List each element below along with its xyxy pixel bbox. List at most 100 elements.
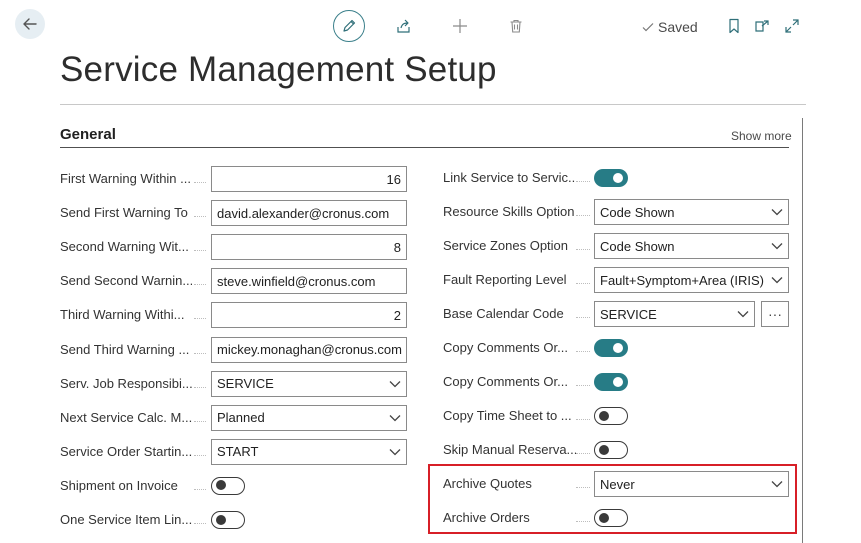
dropdown-chevron[interactable] [737,310,749,318]
plus-icon [453,19,467,33]
dropdown-chevron[interactable] [771,276,783,284]
field-value: steve.winfield@cronus.com [217,273,376,289]
toggle-switch[interactable] [594,339,628,357]
field-leader-dots [194,386,206,388]
dropdown-field[interactable]: Fault+Symptom+Area (IRIS) [594,267,789,293]
chevron-down-icon [737,311,749,318]
open-in-new-window-icon [755,20,769,32]
field-label: Send Second Warnin... [60,273,192,289]
field-value: SERVICE [217,376,274,392]
field-leader-dots [576,419,590,420]
bookmark-button[interactable] [721,13,747,39]
dropdown-field[interactable]: START [211,438,407,465]
field-label: Copy Comments Or... [443,340,568,355]
toggle-switch[interactable] [594,441,628,459]
toggle-knob [598,410,609,421]
dropdown-field[interactable]: SERVICE [594,301,755,327]
chevron-down-icon [771,277,783,284]
field-leader-dots [194,216,206,218]
field-value: START [217,444,259,460]
field-value: Code Shown [600,238,675,254]
text-input[interactable]: 2 [211,302,407,329]
field-leader-dots [194,352,206,354]
toggle-switch[interactable] [211,511,245,529]
share-icon [397,19,410,33]
edit-button[interactable] [333,10,365,42]
text-input[interactable]: steve.winfield@cronus.com [211,268,407,295]
dropdown-field[interactable]: Planned [211,404,407,431]
toggle-switch[interactable] [594,169,628,187]
title-divider [60,104,806,105]
dropdown-chevron[interactable] [389,380,401,388]
new-button[interactable] [447,13,473,39]
field-leader-dots [576,385,590,386]
field-value: david.alexander@cronus.com [217,205,390,221]
chevron-down-icon [389,414,401,422]
field-leader-dots [576,215,590,216]
text-input[interactable]: 8 [211,234,407,261]
bookmark-icon [729,18,739,34]
field-leader-dots [194,523,206,524]
show-more-link[interactable]: Show more [731,129,792,143]
field-label: Service Zones Option [443,238,569,253]
pencil-icon [343,19,356,32]
text-input[interactable]: mickey.monaghan@cronus.com [211,336,407,363]
trash-icon [510,19,522,33]
field-value: mickey.monaghan@cronus.com [217,342,402,357]
delete-button[interactable] [503,13,529,39]
field-leader-dots [194,420,206,422]
dropdown-field[interactable]: Code Shown [594,199,789,225]
field-leader-dots [194,488,206,490]
field-label: One Service Item Lin... [60,512,192,527]
field-label: Shipment on Invoice [60,477,178,493]
expand-icon [785,19,799,33]
toggle-knob [215,514,226,525]
field-value: 16 [386,171,401,187]
field-leader-dots [194,454,206,456]
field-label: Copy Time Sheet to ... [443,408,572,423]
field-leader-dots [194,250,206,252]
toggle-switch[interactable] [594,373,628,391]
toggle-knob [215,480,226,491]
expand-button[interactable] [779,13,805,39]
toggle-switch[interactable] [211,476,245,495]
field-label: Base Calendar Code [443,306,564,321]
toggle-switch[interactable] [594,407,628,425]
text-input[interactable]: david.alexander@cronus.com [211,200,407,227]
field-value: Fault+Symptom+Area (IRIS) [600,272,764,288]
checkmark-icon [642,23,654,32]
toggle-knob [598,444,609,455]
back-button[interactable] [15,9,45,39]
dropdown-chevron[interactable] [389,448,401,456]
field-leader-dots [576,249,590,250]
dropdown-chevron[interactable] [771,242,783,250]
archive-fields-highlight [428,464,797,534]
field-label: Next Service Calc. M... [60,409,192,425]
arrow-left-icon [23,18,37,30]
dropdown-chevron[interactable] [771,208,783,216]
chevron-down-icon [771,209,783,216]
field-value: SERVICE [600,306,657,322]
chevron-down-icon [389,380,401,388]
dropdown-field[interactable]: SERVICE [211,370,407,397]
field-value: 8 [393,239,401,255]
field-value: Planned [217,410,265,426]
share-button[interactable] [391,13,417,39]
toggle-knob [613,343,623,353]
field-leader-dots [576,351,590,352]
scrollbar-track[interactable] [802,118,803,543]
text-input[interactable]: 16 [211,166,407,192]
field-label: Service Order Startin... [60,443,192,459]
dropdown-chevron[interactable] [389,414,401,422]
field-leader-dots [194,318,206,320]
section-divider [60,147,789,148]
section-title: General [60,126,116,143]
field-leader-dots [576,181,590,182]
lookup-ellipsis-button[interactable]: ··· [761,301,789,327]
field-leader-dots [576,317,590,318]
open-new-window-button[interactable] [749,13,775,39]
field-value: Code Shown [600,204,675,220]
dropdown-field[interactable]: Code Shown [594,233,789,259]
field-value: 2 [393,307,401,323]
saved-status: Saved [642,19,698,35]
